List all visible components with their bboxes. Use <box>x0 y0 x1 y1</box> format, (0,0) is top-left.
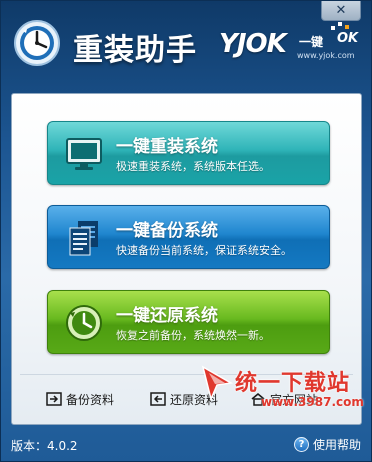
restore-subtitle: 恢复之前备份，系统焕然一新。 <box>116 329 270 342</box>
restore-data-label: 还原资料 <box>170 392 219 407</box>
clock-logo-icon <box>14 20 60 66</box>
documents-icon <box>69 221 98 256</box>
restore-data-icon <box>150 392 166 406</box>
official-site-label: 官方网站 <box>270 392 319 407</box>
app-title: 重装助手 <box>73 33 197 68</box>
brand-url: www.yjok.com <box>297 51 355 60</box>
main-panel: 一键重装系统 极速重装系统，系统版本任选。 一键备份系统 快速备份当前系统，保证… <box>11 93 362 425</box>
help-label: 使用帮助 <box>312 438 361 452</box>
official-site-link[interactable]: 官方网站 <box>250 390 318 408</box>
version-label: 版本：4.0.2 <box>11 439 78 453</box>
backup-system-button[interactable]: 一键备份系统 快速备份当前系统，保证系统安全。 <box>47 205 330 269</box>
help-icon: ? <box>293 437 309 452</box>
brand-logo: YJOK 一键 OK www.yjok.com <box>219 22 367 71</box>
restore-title: 一键还原系统 <box>116 306 218 326</box>
bottom-links: 备份资料 还原资料 官方网站 <box>12 382 363 412</box>
reinstall-system-button[interactable]: 一键重装系统 极速重装系统，系统版本任选。 <box>47 121 330 185</box>
backup-title: 一键备份系统 <box>116 221 218 241</box>
restore-data-link[interactable]: 还原资料 <box>150 390 218 408</box>
home-icon <box>251 392 265 406</box>
restore-system-button[interactable]: 一键还原系统 恢复之前备份，系统焕然一新。 <box>47 290 330 354</box>
close-button[interactable]: ✕ <box>321 1 361 21</box>
reinstall-subtitle: 极速重装系统，系统版本任选。 <box>116 160 270 173</box>
monitor-icon <box>66 138 102 170</box>
reinstall-title: 一键重装系统 <box>116 137 218 157</box>
backup-data-label: 备份资料 <box>66 392 115 407</box>
brand-name: YJOK <box>219 29 287 59</box>
brand-dots-icon <box>331 22 349 30</box>
footer: 版本：4.0.2 ? 使用帮助 <box>1 429 371 461</box>
brand-accent: 一键 <box>299 35 324 49</box>
backup-data-link[interactable]: 备份资料 <box>46 390 114 408</box>
divider <box>20 374 353 375</box>
clock-icon <box>66 305 102 341</box>
app-window: ✕ 重装助手 YJOK 一键 OK www.yjok.com 一键重装系统 极速… <box>0 0 372 462</box>
backup-data-icon <box>46 392 62 406</box>
backup-subtitle: 快速备份当前系统，保证系统安全。 <box>116 244 292 257</box>
help-link[interactable]: ? 使用帮助 <box>293 436 361 453</box>
header: ✕ 重装助手 YJOK 一键 OK www.yjok.com <box>1 1 371 89</box>
brand-ok: OK <box>337 31 359 46</box>
close-icon: ✕ <box>335 3 347 18</box>
